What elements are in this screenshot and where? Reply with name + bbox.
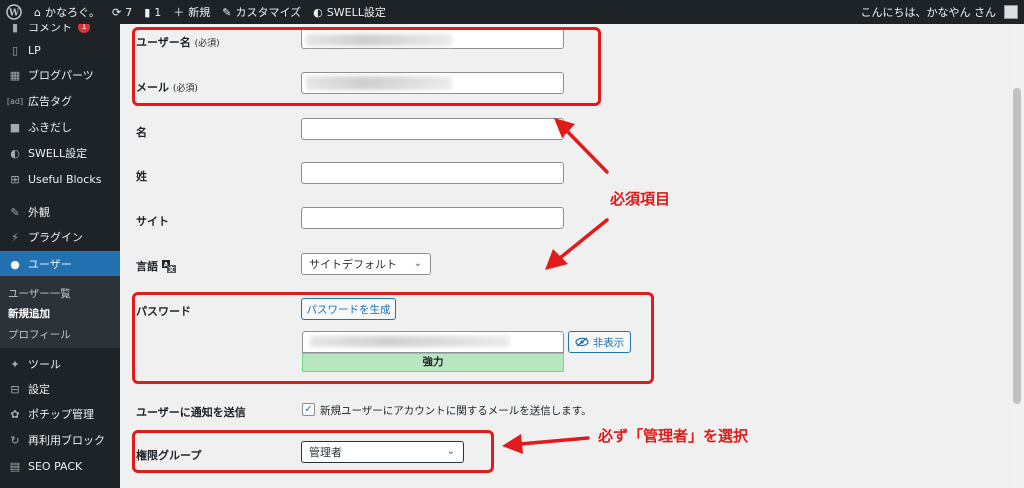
avatar (1004, 5, 1018, 19)
new-content-link[interactable]: ＋ 新規 (167, 0, 216, 24)
sidebar-item-label: 広告タグ (28, 95, 72, 108)
notify-checkbox[interactable]: ✓ (302, 403, 315, 416)
greeting: こんにちは、かなやん さん (860, 6, 997, 19)
sidebar-item-label: 再利用ブロック (28, 434, 105, 447)
seo-icon: ▤ (9, 459, 21, 473)
sidebar-item-lp[interactable]: ▯ LP (0, 37, 120, 63)
sidebar-item-seo-pack[interactable]: ▤ SEO PACK (0, 453, 120, 479)
settings-icon: ⊟ (10, 382, 20, 396)
bubble-icon: ■ (9, 120, 21, 134)
refresh-icon: ⟳ (111, 5, 122, 19)
admin-role-note: 必ず「管理者」を選択 (598, 427, 749, 445)
svg-text:W: W (8, 9, 20, 19)
password-highlight (132, 292, 654, 384)
chevron-down-icon: ⌄ (413, 258, 422, 269)
sidebar-item-reusable-blocks[interactable]: ↻ 再利用ブロック (0, 427, 120, 453)
firstname-input[interactable] (301, 118, 564, 140)
reload-icon: ↻ (10, 433, 20, 447)
blocks-icon: ▦ (9, 68, 21, 82)
sidebar-item-pochipp[interactable]: ✿ ポチップ管理 (0, 401, 120, 427)
submenu-profile[interactable]: プロフィール (8, 327, 71, 342)
site-label: サイト (136, 215, 169, 228)
sidebar-item-label: コメント (28, 24, 72, 34)
required-fields-note: 必須項目 (610, 190, 671, 208)
updates-count: 7 (125, 5, 133, 19)
comments-count: 1 (154, 5, 162, 19)
admin-sidebar: ▮ コメント 1 ▯ LP ▦ ブログパーツ [ad] 広告タグ ■ ふきだし … (0, 24, 120, 488)
sidebar-item-balloon[interactable]: ■ ふきだし (0, 114, 120, 140)
site-input[interactable] (301, 207, 564, 229)
brush-icon: ✎ (222, 5, 232, 19)
swell-icon: ◐ (10, 146, 20, 160)
sidebar-item-label: SWELL設定 (28, 147, 88, 160)
swell-label: SWELL設定 (326, 6, 386, 19)
sidebar-item-label: ポチップ管理 (28, 408, 94, 421)
sidebar-item-label: ブログパーツ (28, 69, 94, 82)
site-name-link[interactable]: ⌂ かなろぐ。 (28, 0, 106, 24)
sidebar-item-settings[interactable]: ⊟ 設定 (0, 376, 120, 402)
new-label: 新規 (188, 6, 211, 19)
swell-settings-link[interactable]: ◐ SWELL設定 (307, 0, 392, 24)
home-icon: ⌂ (34, 5, 41, 19)
sidebar-item-swell[interactable]: ◐ SWELL設定 (0, 140, 120, 166)
wrench-icon: ✦ (10, 357, 20, 371)
page-icon: ▯ (11, 43, 19, 57)
admin-bar: W ⌂ かなろぐ。 ⟳ 7 ▮ 1 ＋ 新規 ✎ カスタマイズ ◐ SWELL設… (0, 0, 1024, 24)
comment-icon: ▮ (11, 24, 19, 34)
sidebar-item-appearance[interactable]: ✎ 外観 (0, 199, 120, 225)
submenu-add-new[interactable]: 新規追加 (8, 306, 50, 321)
submenu-all-users[interactable]: ユーザー一覧 (8, 286, 71, 301)
sidebar-item-ad-tag[interactable]: [ad] 広告タグ (0, 88, 120, 114)
sidebar-item-label: ツール (28, 358, 61, 371)
wordpress-logo-button[interactable]: W (0, 0, 28, 24)
user-icon: ● (10, 257, 20, 271)
updates-link[interactable]: ⟳ 7 (106, 0, 138, 24)
role-highlight (132, 430, 494, 473)
lastname-label: 姓 (136, 170, 147, 183)
sidebar-item-useful-blocks[interactable]: ⊞ Useful Blocks (0, 166, 120, 192)
sidebar-item-label: 設定 (28, 383, 50, 396)
sidebar-item-plugins[interactable]: ⚡ プラグイン (0, 224, 120, 250)
customize-link[interactable]: ✎ カスタマイズ (216, 0, 307, 24)
sidebar-item-blog-parts[interactable]: ▦ ブログパーツ (0, 62, 120, 88)
users-submenu: ユーザー一覧 新規追加 プロフィール (0, 276, 120, 348)
firstname-label: 名 (136, 126, 147, 139)
comments-badge: 1 (78, 24, 90, 33)
plugin-icon: ⚡ (11, 230, 19, 244)
scrollbar-thumb[interactable] (1013, 88, 1021, 404)
sidebar-item-label: ふきだし (28, 121, 72, 134)
sidebar-item-label: ユーザー (28, 258, 72, 271)
my-account-link[interactable]: こんにちは、かなやん さん (855, 0, 1024, 24)
sidebar-item-tools[interactable]: ✦ ツール (0, 351, 120, 377)
language-select[interactable]: サイトデフォルト ⌄ (301, 253, 431, 275)
grid-icon: ⊞ (10, 172, 20, 186)
swell-icon: ◐ (313, 5, 323, 19)
sidebar-item-label: Useful Blocks (28, 172, 102, 186)
comments-link[interactable]: ▮ 1 (138, 0, 167, 24)
notify-label: ユーザーに通知を送信 (136, 406, 246, 419)
sidebar-item-label: LP (28, 43, 41, 57)
brush-icon: ✎ (10, 205, 20, 219)
sidebar-item-users[interactable]: ● ユーザー (0, 251, 120, 277)
wordpress-icon: W (6, 4, 22, 20)
sidebar-item-label: 外観 (28, 206, 50, 219)
language-value: サイトデフォルト (309, 258, 397, 271)
sidebar-item-label: プラグイン (28, 231, 83, 244)
language-label: 言語 A文 (136, 259, 176, 273)
comment-icon: ▮ (144, 5, 151, 19)
plus-icon: ＋ (173, 6, 185, 19)
ad-icon: [ad] (6, 96, 24, 106)
translate-icon: A文 (162, 259, 176, 273)
customize-label: カスタマイズ (235, 6, 302, 19)
gear-icon: ✿ (10, 407, 20, 421)
page-scrollbar[interactable] (1010, 24, 1024, 488)
sidebar-item-label: SEO PACK (28, 459, 83, 473)
svg-text:文: 文 (167, 265, 175, 273)
lastname-input[interactable] (301, 162, 564, 184)
required-fields-highlight (132, 27, 601, 106)
site-name: かなろぐ。 (44, 6, 100, 19)
notify-text: 新規ユーザーにアカウントに関するメールを送信します。 (320, 405, 592, 417)
